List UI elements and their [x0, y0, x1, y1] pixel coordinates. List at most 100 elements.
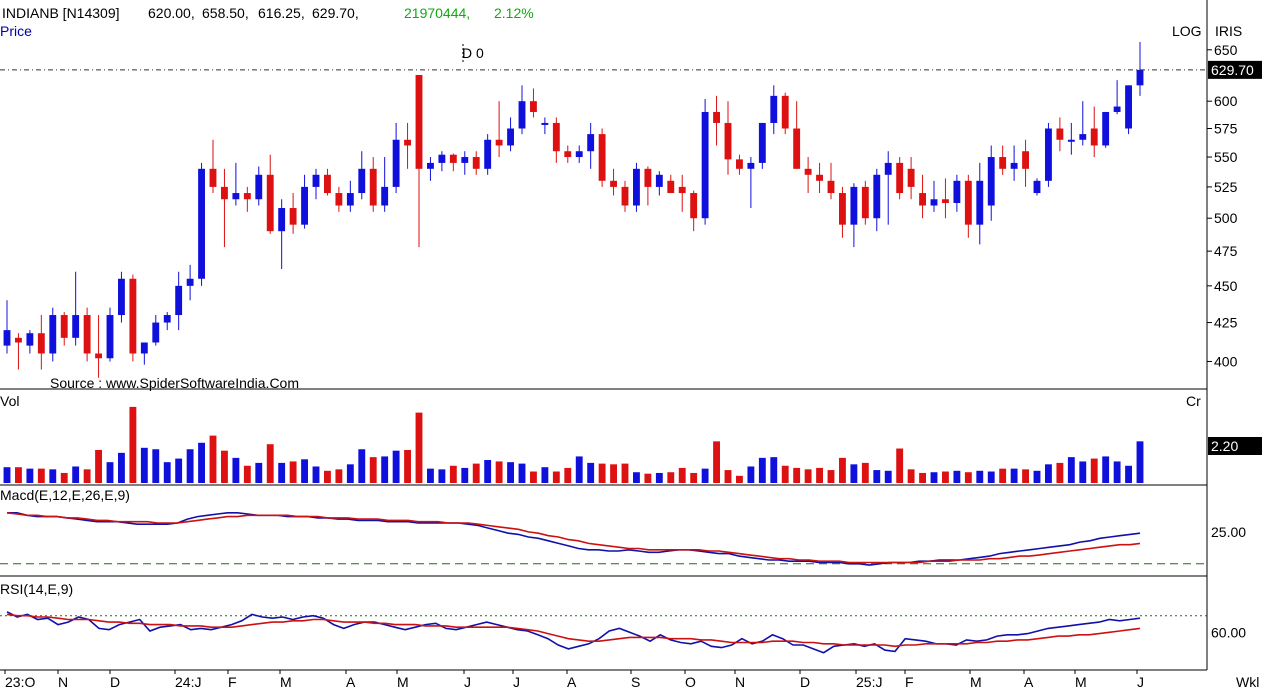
open-value: 620.00, [148, 5, 195, 21]
candle [701, 99, 709, 225]
candle-body [816, 174, 823, 181]
macd-title: Macd(E,12,E,26,E,9) [0, 487, 130, 503]
candle-body [1045, 128, 1052, 181]
volume-bar [118, 452, 125, 483]
time-tick-label: F [905, 674, 914, 690]
candle-body [26, 333, 34, 346]
volume-bar [518, 463, 526, 483]
volume-bar [175, 458, 183, 483]
candle-body [427, 162, 434, 169]
volume-bar [266, 444, 274, 483]
candle-body [1067, 139, 1075, 142]
candle-body [724, 122, 732, 160]
volume-bar [587, 462, 595, 483]
volume-bar [861, 462, 869, 483]
candle-body [484, 139, 492, 169]
candle-body [243, 193, 251, 200]
candle [861, 180, 869, 225]
candle-body [198, 168, 205, 279]
volume-bar [186, 449, 194, 483]
candle-body [346, 193, 354, 206]
volume-bar [816, 467, 823, 483]
candle-body [289, 208, 297, 225]
candle-body [667, 180, 675, 194]
volume-bar [678, 467, 686, 483]
volume-bar [884, 470, 892, 483]
candle-body [392, 139, 400, 187]
candle-body [266, 174, 274, 232]
volume-bar [690, 472, 698, 483]
candle-body [438, 154, 446, 163]
candle-body [83, 315, 91, 354]
volume-bar [221, 450, 228, 483]
candle-body [999, 157, 1007, 169]
volume-bar [1033, 470, 1041, 483]
candle-body [335, 193, 343, 206]
time-tick-label: J [513, 674, 520, 690]
candle-body [140, 342, 148, 354]
candle-body [575, 151, 583, 158]
volume-unit: Cr [1186, 393, 1201, 409]
candle [484, 134, 492, 175]
low-value: 616.25, [258, 5, 305, 21]
volume-bar [1090, 458, 1098, 483]
rsi-title: RSI(14,E,9) [0, 581, 73, 597]
candle-body [564, 151, 572, 158]
candle-body [884, 162, 892, 175]
volume-bar [358, 449, 366, 483]
candle-body [49, 315, 57, 354]
volume-bar [598, 463, 606, 483]
volume-bar [404, 449, 411, 483]
candle-body [964, 180, 972, 225]
candle-body [472, 157, 480, 169]
volume-bar [495, 461, 503, 483]
volume-bar [106, 462, 114, 483]
volume-bar [541, 467, 549, 483]
price-tick-label: 425 [1214, 315, 1238, 331]
candle-body [621, 186, 629, 206]
close-value: 629.70, [312, 5, 359, 21]
volume-bar [335, 469, 343, 483]
candle-body [415, 74, 423, 169]
candle-body [644, 168, 652, 187]
candle-body [1056, 128, 1064, 140]
price-tick-label: 650 [1214, 42, 1238, 58]
volume-bar [49, 469, 57, 483]
volume-bar [484, 460, 492, 483]
volume-bar [873, 470, 881, 483]
volume-bar [1079, 461, 1087, 483]
volume-bar [976, 470, 984, 483]
volume-bar [1113, 461, 1121, 483]
volume-bar [438, 469, 446, 483]
volume-bar [896, 448, 904, 483]
candle-body [60, 315, 68, 338]
candle-body [175, 285, 183, 316]
volume-bar [1045, 464, 1052, 483]
candle-body [449, 154, 457, 163]
candle-body [507, 128, 514, 146]
time-tick-label: N [58, 674, 68, 690]
candle [129, 274, 137, 362]
candle-body [736, 159, 743, 169]
volume-bar [15, 467, 22, 483]
time-tick-label: A [346, 674, 356, 690]
candle-body [919, 193, 926, 206]
volume-bar [26, 468, 34, 483]
time-tick-label: O [685, 674, 696, 690]
volume-bar [953, 470, 961, 483]
volume-bar [324, 470, 331, 483]
candle [118, 271, 125, 323]
volume-bar [758, 457, 766, 483]
price-tick-label: 550 [1214, 149, 1238, 165]
stock-chart: INDIANB [N14309] 620.00, 658.50, 616.25,… [0, 0, 1266, 692]
volume-bar [278, 462, 286, 483]
volume-bar [793, 467, 801, 483]
volume-bar [301, 459, 308, 483]
volume-bar [1125, 465, 1132, 483]
price-tick-label: 450 [1214, 278, 1238, 294]
candle-body [713, 111, 720, 123]
candle-body [987, 157, 995, 206]
candle-body [1079, 134, 1087, 140]
candle-body [129, 278, 137, 354]
candle-body [633, 168, 640, 206]
